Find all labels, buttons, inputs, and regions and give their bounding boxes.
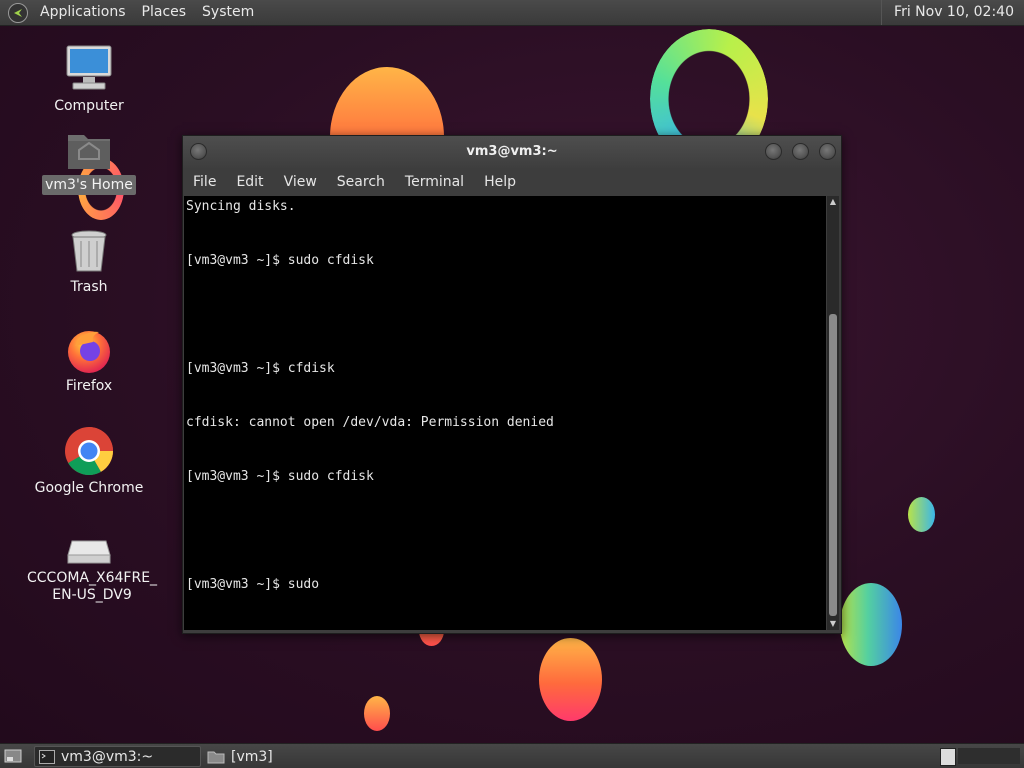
- wallpaper-orange-bubble-mid: [539, 638, 602, 721]
- terminal-output[interactable]: Syncing disks. [vm3@vm3 ~]$ sudo cfdisk …: [184, 196, 826, 630]
- desktop-icon-label: Trash: [70, 279, 108, 295]
- firefox-icon: [68, 331, 110, 373]
- desktop-icon-label: vm3's Home: [42, 175, 136, 195]
- taskbar-item-label: [vm3]: [231, 748, 273, 765]
- window-title: vm3@vm3:~: [466, 144, 558, 159]
- terminal-window[interactable]: vm3@vm3:~ File Edit View Search Terminal…: [182, 135, 842, 634]
- terminal-lines: Syncing disks. [vm3@vm3 ~]$ sudo cfdisk …: [186, 196, 824, 630]
- maximize-button[interactable]: [792, 143, 809, 160]
- close-button[interactable]: [819, 143, 836, 160]
- workspace-1[interactable]: [940, 748, 956, 766]
- desktop-icon-label: CCCOMA_X64FRE_ EN-US_DV9: [24, 569, 160, 605]
- scroll-up-arrow-icon[interactable]: ▲: [827, 196, 839, 208]
- bottom-panel: vm3@vm3:~ [vm3]: [0, 743, 1024, 768]
- menu-file[interactable]: File: [183, 168, 226, 196]
- desktop-icon-chrome[interactable]: Google Chrome: [24, 426, 154, 498]
- terminal-line: Syncing disks.: [186, 199, 296, 214]
- menu-places[interactable]: Places: [134, 0, 195, 25]
- top-panel: Applications Places System Fri Nov 10, 0…: [0, 0, 1024, 26]
- scrollbar-thumb[interactable]: [829, 314, 837, 616]
- menu-system[interactable]: System: [194, 0, 262, 25]
- distro-logo-icon[interactable]: [8, 2, 28, 23]
- wallpaper-green-bubble-large: [840, 583, 902, 666]
- terminal-scrollbar[interactable]: ▲ ▼: [827, 196, 839, 630]
- menu-edit[interactable]: Edit: [226, 168, 273, 196]
- terminal-icon: [39, 749, 55, 764]
- terminal-line: cfdisk: cannot open /dev/vda: Permission…: [186, 415, 554, 430]
- terminal-line: [vm3@vm3 ~]$ sudo cfdisk: [186, 253, 374, 268]
- desktop-icon-trash[interactable]: Trash: [24, 229, 154, 297]
- workspace-2[interactable]: [958, 748, 1020, 764]
- folder-icon: [207, 751, 225, 763]
- trash-icon: [71, 230, 107, 272]
- show-desktop-icon: [4, 749, 22, 763]
- desktop-icon-label-line1: CCCOMA_X64FRE_: [27, 570, 158, 586]
- scroll-down-arrow-icon[interactable]: ▼: [827, 618, 839, 630]
- wallpaper-green-bubble-small: [908, 497, 935, 532]
- taskbar-item-files[interactable]: [vm3]: [203, 746, 323, 767]
- desktop-icon-disc[interactable]: CCCOMA_X64FRE_ EN-US_DV9: [24, 537, 157, 605]
- menu-search[interactable]: Search: [327, 168, 395, 196]
- minimize-button[interactable]: [765, 143, 782, 160]
- desktop-icon-label: Firefox: [65, 378, 113, 394]
- desktop-icon-computer[interactable]: Computer: [24, 44, 154, 116]
- desktop-icon-label: Computer: [54, 98, 124, 114]
- menu-applications[interactable]: Applications: [32, 0, 134, 25]
- desktop-icon-firefox[interactable]: Firefox: [24, 326, 154, 396]
- terminal-menubar: File Edit View Search Terminal Help: [183, 168, 841, 196]
- chrome-icon: [65, 427, 113, 476]
- window-titlebar[interactable]: vm3@vm3:~: [183, 136, 841, 168]
- terminal-line: [vm3@vm3 ~]$ sudo cfdisk: [186, 469, 374, 484]
- menu-terminal[interactable]: Terminal: [395, 168, 474, 196]
- show-desktop-button[interactable]: [3, 747, 23, 765]
- desktop-icon-home[interactable]: vm3's Home: [24, 127, 154, 195]
- menu-view[interactable]: View: [274, 168, 327, 196]
- desktop-icon-label-line2: EN-US_DV9: [52, 587, 132, 603]
- taskbar-item-terminal[interactable]: vm3@vm3:~: [34, 746, 201, 767]
- optical-drive-icon: [67, 540, 111, 564]
- menu-help[interactable]: Help: [474, 168, 526, 196]
- terminal-line: [vm3@vm3 ~]$ cfdisk: [186, 361, 335, 376]
- taskbar-item-label: vm3@vm3:~: [61, 748, 154, 765]
- computer-icon: [66, 45, 112, 90]
- wallpaper-orange-bubble-tiny: [364, 696, 390, 731]
- terminal-prompt-line: [vm3@vm3 ~]$ sudo: [186, 577, 327, 592]
- clock[interactable]: Fri Nov 10, 02:40: [881, 0, 1024, 25]
- desktop-icon-label: Google Chrome: [34, 480, 144, 496]
- home-folder-icon: [68, 135, 110, 169]
